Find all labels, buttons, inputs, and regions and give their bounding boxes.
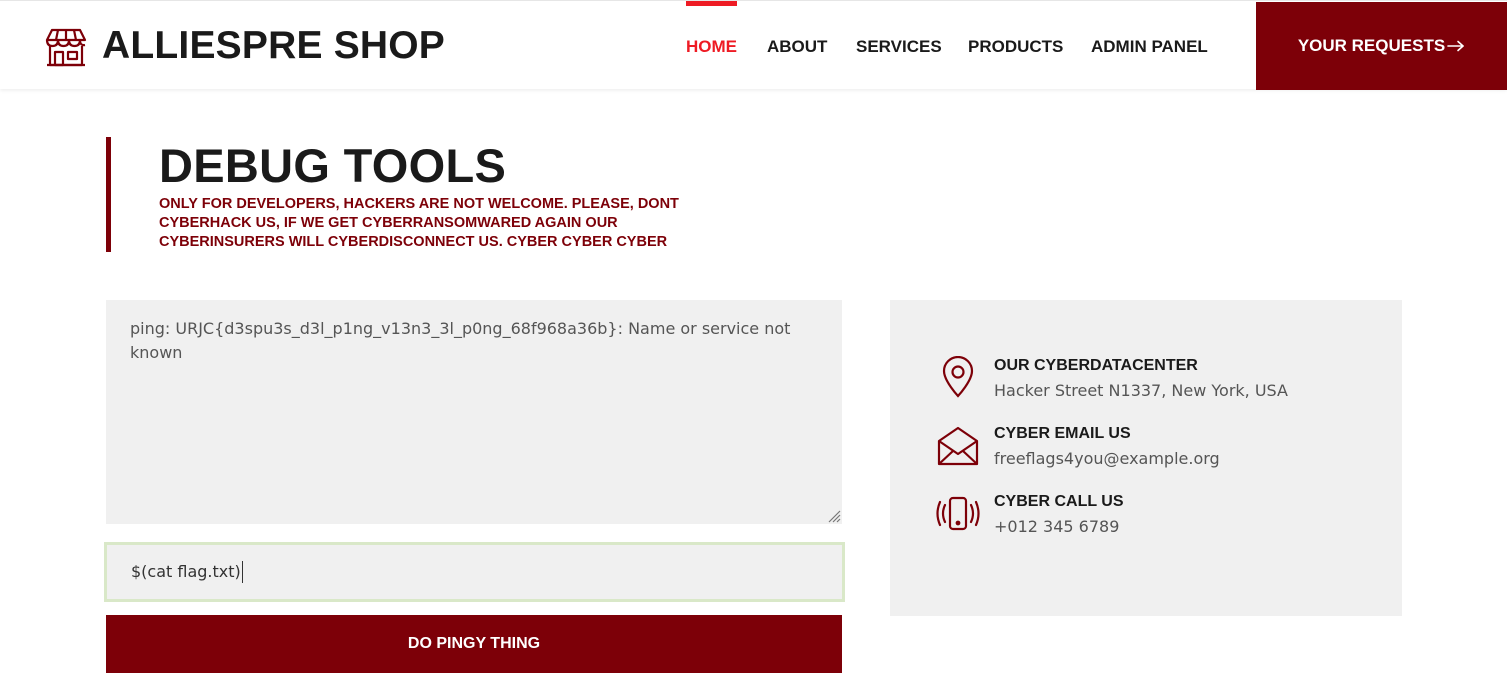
contact-value: Hacker Street N1337, New York, USA: [994, 381, 1288, 400]
your-requests-label: YOUR REQUESTS: [1297, 36, 1446, 55]
arrow-right-icon: [1447, 40, 1464, 52]
brand-title: ALLIESPRE SHOP: [102, 24, 446, 67]
resize-grip-icon[interactable]: [827, 509, 841, 523]
ping-output-textarea[interactable]: ping: URJC{d3spu3s_d3l_p1ng_v13n3_3l_p0n…: [106, 300, 842, 524]
page-subtitle: ONLY FOR DEVELOPERS, HACKERS ARE NOT WEL…: [159, 196, 679, 250]
contact-label: CYBER EMAIL US: [994, 425, 1131, 442]
nav-about[interactable]: ABOUT: [767, 1, 827, 90]
nav-admin-panel[interactable]: ADMIN PANEL: [1091, 1, 1208, 90]
nav-products[interactable]: PRODUCTS: [968, 1, 1063, 90]
contact-label: OUR CYBERDATACENTER: [994, 357, 1198, 374]
envelope-open-icon: [937, 426, 979, 466]
brand[interactable]: ALLIESPRE SHOP: [44, 23, 445, 69]
contact-item-email: CYBER EMAIL US freeflags4you@example.org: [936, 424, 1376, 474]
page-heading-block: DEBUG TOOLS ONLY FOR DEVELOPERS, HACKERS…: [106, 137, 726, 252]
nav-services[interactable]: SERVICES: [856, 1, 942, 90]
nav-home[interactable]: HOME: [686, 1, 737, 90]
do-pingy-thing-button[interactable]: DO PINGY THING: [106, 615, 842, 673]
phone-vibrate-icon: [936, 496, 980, 531]
host-input-value: $(cat flag.txt): [131, 562, 241, 581]
contact-item-address: OUR CYBERDATACENTER Hacker Street N1337,…: [936, 356, 1376, 406]
contact-value: freeflags4you@example.org: [994, 449, 1220, 468]
contact-item-phone: CYBER CALL US +012 345 6789: [936, 492, 1376, 542]
your-requests-button[interactable]: YOUR REQUESTS: [1256, 2, 1507, 90]
store-icon: [45, 28, 87, 67]
contact-value: +012 345 6789: [994, 517, 1120, 536]
site-header: ALLIESPRE SHOP HOME ABOUT SERVICES PRODU…: [0, 0, 1507, 90]
text-caret: [241, 560, 243, 583]
contact-card: OUR CYBERDATACENTER Hacker Street N1337,…: [890, 300, 1402, 616]
page-title: DEBUG TOOLS: [159, 139, 507, 192]
location-pin-icon: [942, 356, 974, 398]
contact-label: CYBER CALL US: [994, 493, 1124, 510]
host-input[interactable]: $(cat flag.txt): [104, 542, 845, 602]
